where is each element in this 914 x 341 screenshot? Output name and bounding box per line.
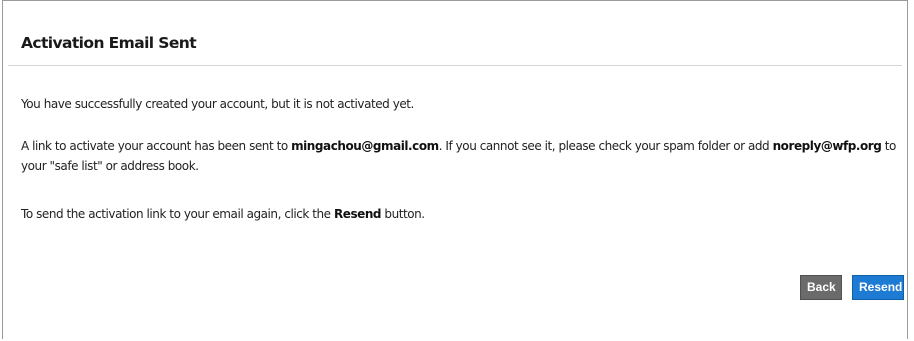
resend-button[interactable]: Resend	[852, 275, 904, 300]
back-button[interactable]: Back	[800, 275, 842, 300]
user-email: mingachou@gmail.com	[291, 139, 439, 153]
page-title: Activation Email Sent	[21, 34, 197, 52]
title-divider	[8, 65, 902, 66]
resend-text-a: To send the activation link to your emai…	[21, 207, 334, 221]
success-message-text: You have successfully created your accou…	[21, 97, 414, 111]
resend-instruction: To send the activation link to your emai…	[21, 204, 901, 224]
noreply-email: noreply@wfp.org	[772, 139, 882, 153]
activation-text-b: . If you cannot see it, please check you…	[438, 139, 773, 153]
success-message: You have successfully created your accou…	[21, 94, 901, 114]
resend-text-b: button.	[381, 207, 425, 221]
activation-link-message: A link to activate your account has been…	[21, 136, 901, 176]
activation-panel: Activation Email Sent You have successfu…	[2, 0, 908, 339]
resend-keyword: Resend	[333, 207, 382, 221]
activation-text-a: A link to activate your account has been…	[21, 139, 292, 153]
